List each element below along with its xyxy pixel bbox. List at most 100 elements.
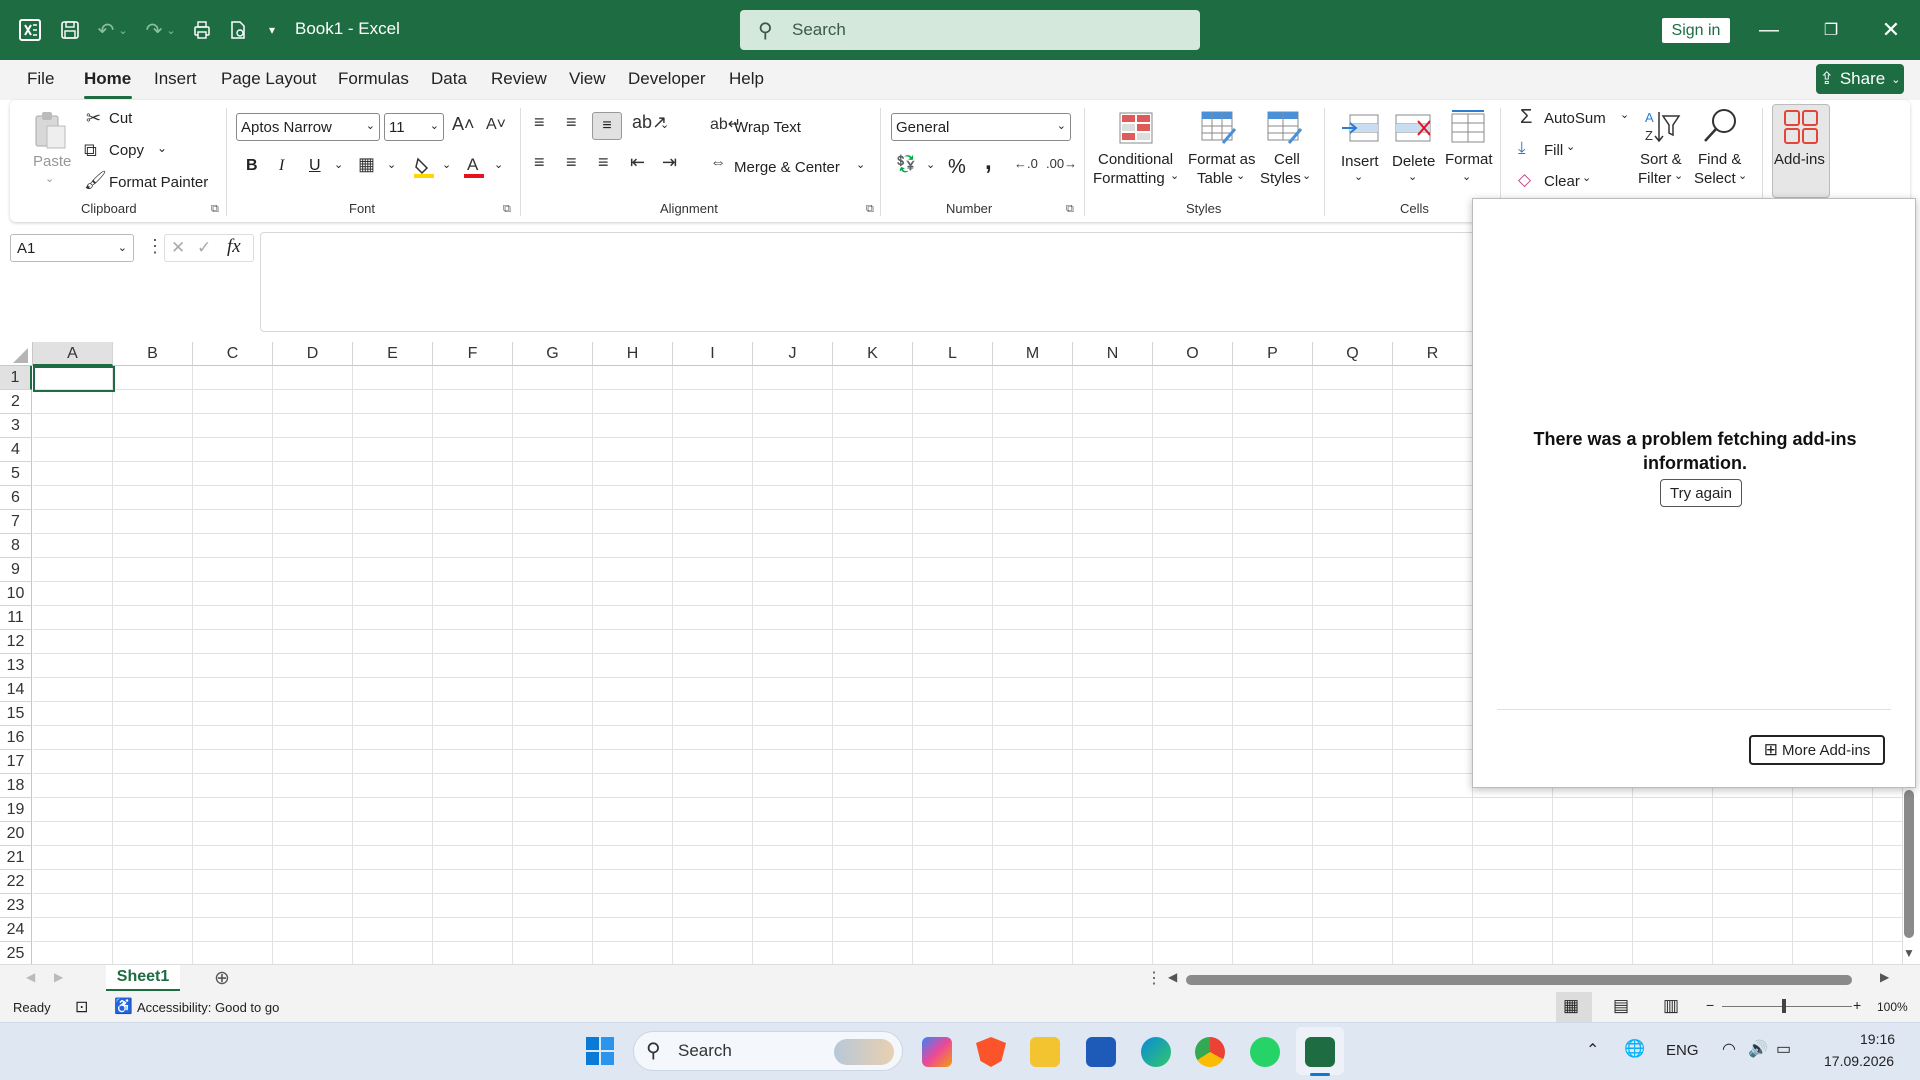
try-again-button[interactable]: Try again xyxy=(1660,479,1742,507)
chevron-down-icon[interactable]: ⌄ xyxy=(1462,170,1471,183)
row-header[interactable]: 24 xyxy=(0,918,32,942)
tab-developer[interactable]: Developer xyxy=(628,69,706,89)
redo-dropdown-icon[interactable]: ⌄ xyxy=(164,16,178,44)
alignment-launcher-icon[interactable]: ⧉ xyxy=(866,203,874,216)
autosum-button[interactable]: AutoSum xyxy=(1544,110,1606,127)
cut-button[interactable]: Cut xyxy=(109,110,132,127)
increase-decimal-icon[interactable]: ←.0 xyxy=(1014,156,1038,171)
column-header[interactable]: B xyxy=(113,342,193,366)
sort-filter-label-2[interactable]: Filter xyxy=(1638,170,1671,187)
search-input[interactable]: ⚲ Search xyxy=(740,10,1200,50)
tab-split-handle-icon[interactable]: ⋮ xyxy=(1146,968,1162,988)
paste-icon[interactable] xyxy=(32,108,68,152)
column-header[interactable]: R xyxy=(1393,342,1473,366)
conditional-formatting-icon[interactable] xyxy=(1118,110,1154,146)
copy-button[interactable]: Copy xyxy=(109,142,144,159)
name-box[interactable]: A1 ⌄ xyxy=(10,234,134,262)
chevron-down-icon[interactable]: ⌄ xyxy=(1236,169,1245,182)
decrease-indent-icon[interactable]: ⇤ xyxy=(630,152,645,173)
print-preview-icon[interactable] xyxy=(188,16,216,44)
tab-formulas[interactable]: Formulas xyxy=(338,69,409,89)
battery-icon[interactable]: ▭ xyxy=(1776,1039,1791,1059)
align-center-icon[interactable]: ≡ xyxy=(566,152,577,173)
formula-input[interactable] xyxy=(260,232,1550,332)
accounting-dropdown-icon[interactable]: ⌄ xyxy=(926,158,935,171)
format-as-table-icon[interactable] xyxy=(1200,110,1238,146)
row-header[interactable]: 1 xyxy=(0,366,32,390)
tab-insert[interactable]: Insert xyxy=(154,69,197,89)
format-cells-button[interactable]: Format xyxy=(1445,151,1493,168)
column-header[interactable]: G xyxy=(513,342,593,366)
borders-icon[interactable]: ▦ xyxy=(358,154,375,175)
brave-browser-icon[interactable] xyxy=(976,1037,1006,1067)
row-header[interactable]: 13 xyxy=(0,654,32,678)
tab-page-layout[interactable]: Page Layout xyxy=(221,69,316,89)
chrome-browser-icon[interactable] xyxy=(1195,1037,1225,1067)
whatsapp-icon[interactable] xyxy=(1250,1037,1280,1067)
zoom-slider-track[interactable] xyxy=(1722,1006,1852,1007)
delete-cells-button[interactable]: Delete xyxy=(1392,153,1435,170)
network-globe-icon[interactable]: 🌐 xyxy=(1624,1039,1645,1059)
find-select-icon[interactable] xyxy=(1700,106,1740,146)
page-setup-icon[interactable] xyxy=(224,16,252,44)
column-header[interactable]: C xyxy=(193,342,273,366)
column-header[interactable]: Q xyxy=(1313,342,1393,366)
cancel-entry-icon[interactable]: ✕ xyxy=(171,238,185,258)
row-header[interactable]: 23 xyxy=(0,894,32,918)
scroll-left-icon[interactable]: ◀ xyxy=(1168,970,1177,984)
align-middle-icon[interactable]: ≡ xyxy=(566,112,577,133)
column-header[interactable]: L xyxy=(913,342,993,366)
font-name-select[interactable]: Aptos Narrow ⌄ xyxy=(236,113,380,141)
orientation-dropdown-icon[interactable]: ⌄ xyxy=(660,118,669,131)
conditional-formatting-label-2[interactable]: Formatting xyxy=(1093,170,1165,187)
borders-dropdown-icon[interactable]: ⌄ xyxy=(387,158,396,171)
close-icon[interactable]: ✕ xyxy=(1876,16,1906,44)
column-header[interactable]: J xyxy=(753,342,833,366)
row-header[interactable]: 12 xyxy=(0,630,32,654)
find-select-label[interactable]: Find & xyxy=(1698,151,1741,168)
row-header[interactable]: 21 xyxy=(0,846,32,870)
tab-review[interactable]: Review xyxy=(491,69,547,89)
volume-icon[interactable]: 🔊 xyxy=(1748,1039,1768,1059)
underline-button[interactable]: U xyxy=(309,157,321,175)
underline-dropdown-icon[interactable]: ⌄ xyxy=(334,158,343,171)
copilot-icon[interactable] xyxy=(922,1037,952,1067)
cell-styles-label[interactable]: Cell xyxy=(1274,151,1300,168)
fill-dropdown-icon[interactable]: ⌄ xyxy=(1566,140,1575,153)
more-add-ins-button[interactable]: ⊞ More Add-ins xyxy=(1749,735,1885,765)
align-left-icon[interactable]: ≡ xyxy=(534,152,545,173)
row-header[interactable]: 18 xyxy=(0,774,32,798)
insert-cells-icon[interactable] xyxy=(1340,110,1380,146)
number-format-select[interactable]: General ⌄ xyxy=(891,113,1071,141)
comma-style-button[interactable]: , xyxy=(985,148,992,176)
clipboard-launcher-icon[interactable]: ⧉ xyxy=(211,203,219,216)
chevron-down-icon[interactable]: ⌄ xyxy=(1354,170,1363,183)
decrease-decimal-icon[interactable]: .00→ xyxy=(1046,156,1077,171)
column-header[interactable]: I xyxy=(673,342,753,366)
row-header[interactable]: 9 xyxy=(0,558,32,582)
row-header[interactable]: 17 xyxy=(0,750,32,774)
cell-styles-label-2[interactable]: Styles xyxy=(1260,170,1301,187)
format-as-table-label[interactable]: Format as xyxy=(1188,151,1256,168)
column-header[interactable]: E xyxy=(353,342,433,366)
normal-view-icon[interactable]: ▦ xyxy=(1563,996,1579,1016)
number-launcher-icon[interactable]: ⧉ xyxy=(1066,203,1074,216)
font-size-select[interactable]: 11 ⌄ xyxy=(384,113,444,141)
undo-dropdown-icon[interactable]: ⌄ xyxy=(116,16,130,44)
scroll-right-icon[interactable]: ▶ xyxy=(1880,970,1889,984)
sort-filter-icon[interactable]: AZ xyxy=(1642,106,1682,146)
row-header[interactable]: 10 xyxy=(0,582,32,606)
row-header[interactable]: 16 xyxy=(0,726,32,750)
accounting-format-icon[interactable]: 💱 xyxy=(896,154,916,174)
row-header[interactable]: 22 xyxy=(0,870,32,894)
tab-data[interactable]: Data xyxy=(431,69,467,89)
row-header[interactable]: 15 xyxy=(0,702,32,726)
select-all-button[interactable] xyxy=(0,342,33,366)
clear-dropdown-icon[interactable]: ⌄ xyxy=(1582,171,1591,184)
decrease-font-size-icon[interactable]: A˅ xyxy=(486,116,506,134)
insert-function-icon[interactable]: fx xyxy=(227,236,241,258)
row-header[interactable]: 25 xyxy=(0,942,32,964)
zoom-out-icon[interactable]: − xyxy=(1706,997,1714,1013)
clock-date[interactable]: 17.09.2026 xyxy=(1824,1053,1894,1069)
edge-browser-icon[interactable] xyxy=(1141,1037,1171,1067)
